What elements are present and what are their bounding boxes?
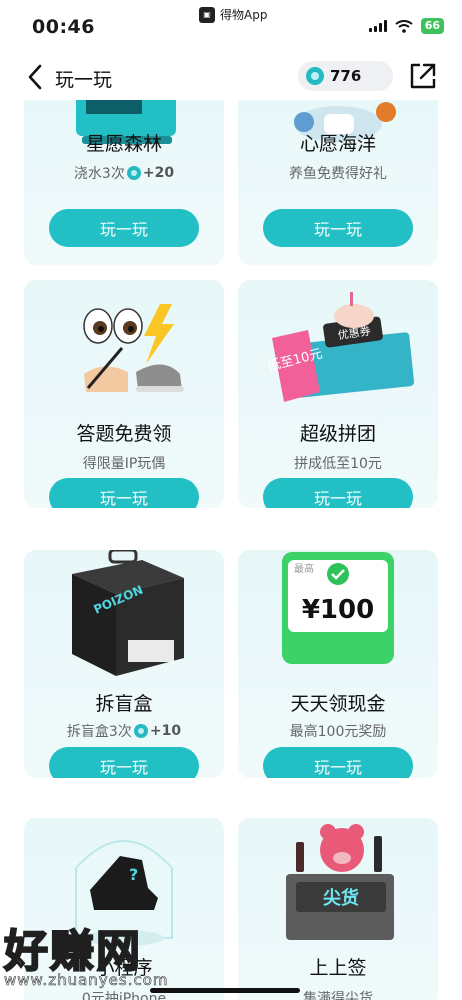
card-title: 天天领现金 xyxy=(290,693,386,715)
site-watermark: 好赚网 www.zhuanyes.com xyxy=(3,915,204,995)
share-icon[interactable] xyxy=(408,61,438,91)
game-grid: 星愿森林 浇水3次 +20 玩一玩 心愿海洋 养鱼免费得好礼 玩一玩 答题免费领… xyxy=(0,100,462,1000)
play-button[interactable]: 玩一玩 xyxy=(49,209,199,247)
card-subtitle-text: 拆盲盒3次 xyxy=(66,724,132,740)
play-button[interactable]: 玩一玩 xyxy=(263,209,413,247)
card-title: 超级拼团 xyxy=(299,423,376,445)
card-subtitle: 得限量IP玩偶 xyxy=(24,453,224,473)
card-subtitle: 养鱼免费得好礼 xyxy=(238,163,438,183)
card-title: 上上签 xyxy=(309,957,367,979)
wifi-icon xyxy=(395,19,413,33)
card-title: 答题免费领 xyxy=(76,423,172,445)
card-quiz[interactable]: 答题免费领 得限量IP玩偶 玩一玩 xyxy=(24,280,224,508)
box-label: 尖货 xyxy=(323,887,359,909)
coin-count: 776 xyxy=(330,67,362,85)
card-bonus: +10 xyxy=(149,723,182,739)
play-button[interactable]: 玩一玩 xyxy=(49,478,199,508)
group-buy-illustration: 优惠券 低至10元 xyxy=(266,292,415,402)
cash-card-illustration: 最高 ¥100 xyxy=(282,552,394,664)
play-button[interactable]: 玩一玩 xyxy=(263,747,413,778)
home-indicator[interactable] xyxy=(150,988,300,993)
signal-icon xyxy=(368,20,387,32)
app-indicator: ▣ 得物App xyxy=(199,6,267,23)
system-icons: 66 xyxy=(368,18,444,34)
card-subtitle: 拼成低至10元 xyxy=(238,453,438,473)
card-subtitle-text: 浇水3次 xyxy=(73,166,125,182)
watermark-text: 好赚网 xyxy=(3,925,142,978)
back-arrow-icon[interactable] xyxy=(22,62,52,92)
nav-bar: 玩一玩 776 xyxy=(0,56,462,100)
gift-box-illustration: 尖货 xyxy=(286,824,394,940)
card-star-forest[interactable]: 星愿森林 浇水3次 +20 玩一玩 xyxy=(24,100,224,265)
card-subtitle: 浇水3次 +20 xyxy=(24,163,224,183)
card-subtitle-text: 最高100元奖励 xyxy=(289,724,387,740)
coin-icon xyxy=(133,724,148,738)
coin-icon xyxy=(126,166,141,180)
quiz-emoji-illustration xyxy=(83,304,184,392)
card-title: 心愿海洋 xyxy=(299,133,376,155)
watermark-url: www.zhuanyes.com xyxy=(4,971,169,990)
card-subtitle-text: 得限量IP玩偶 xyxy=(82,456,166,472)
card-subtitle: 拆盲盒3次 +10 xyxy=(24,721,224,741)
coin-icon xyxy=(306,67,324,85)
card-blind-box[interactable]: POIZON 拆盲盒 拆盲盒3次 +10 玩一玩 xyxy=(24,550,224,778)
page-title: 玩一玩 xyxy=(55,69,113,91)
coin-balance[interactable]: 776 xyxy=(298,61,393,91)
card-subtitle-text: 养鱼免费得好礼 xyxy=(289,166,387,182)
status-bar: 00:46 ▣ 得物App 66 xyxy=(0,0,462,46)
card-subtitle: 最高100元奖励 xyxy=(238,721,438,741)
card-subtitle-text: 集满得尖货 xyxy=(303,991,373,1000)
svg-text:?: ? xyxy=(129,865,138,884)
battery-icon: 66 xyxy=(420,18,444,34)
card-daily-cash[interactable]: 最高 ¥100 天天领现金 最高100元奖励 玩一玩 xyxy=(238,550,438,778)
cash-amount: ¥100 xyxy=(302,595,374,625)
play-button[interactable]: 玩一玩 xyxy=(49,747,199,778)
play-button[interactable]: 玩一玩 xyxy=(263,478,413,508)
cash-top-label: 最高 xyxy=(294,562,314,575)
card-lucky-draw[interactable]: 尖货 上上签 集满得尖货 xyxy=(238,818,438,1000)
app-logo-icon: ▣ xyxy=(199,6,215,23)
card-subtitle-text: 拼成低至10元 xyxy=(294,456,382,472)
card-group-buy[interactable]: 优惠券 低至10元 超级拼团 拼成低至10元 玩一玩 xyxy=(238,280,438,508)
app-label: 得物App xyxy=(220,8,268,22)
card-title: 拆盲盒 xyxy=(95,693,153,715)
card-bonus: +20 xyxy=(142,165,175,181)
status-time: 00:46 xyxy=(32,16,95,38)
card-title: 星愿森林 xyxy=(85,133,162,155)
card-wish-ocean[interactable]: 心愿海洋 养鱼免费得好礼 玩一玩 xyxy=(238,100,438,265)
blind-box-illustration: POIZON xyxy=(72,550,184,676)
